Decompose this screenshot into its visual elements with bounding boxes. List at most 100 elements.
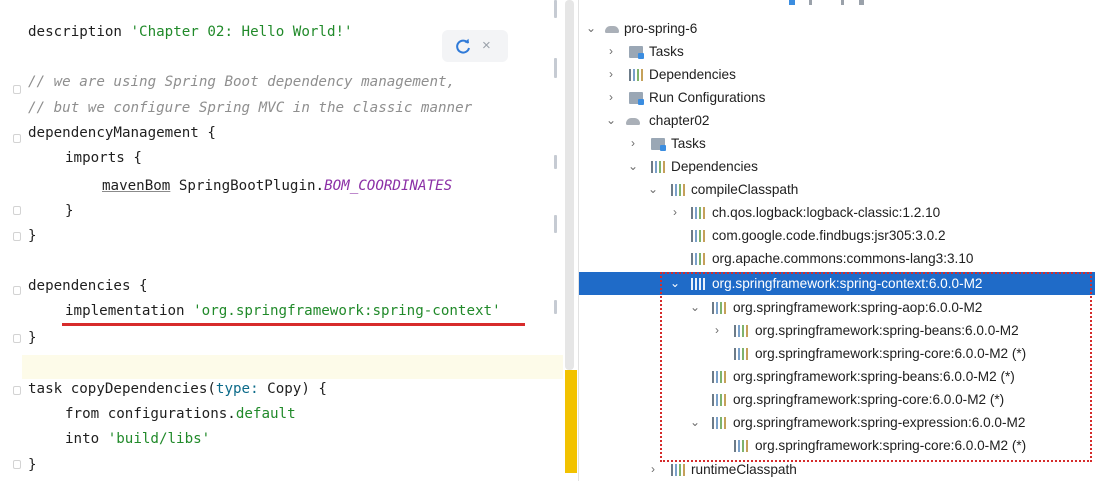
tree-node-run-configurations[interactable]: › Run Configurations xyxy=(579,86,1095,109)
toolbar-icon[interactable] xyxy=(809,0,812,5)
library-icon xyxy=(734,346,748,360)
gradle-reload-popup[interactable]: × xyxy=(442,30,508,62)
code-editor[interactable]: description 'Chapter 02: Hello World!' /… xyxy=(0,0,578,481)
tree-node-library[interactable]: org.springframework:spring-core:6.0.0-M2… xyxy=(579,342,1095,365)
scrollbar-thumb[interactable] xyxy=(565,0,574,370)
tree-node-dependencies[interactable]: ⌄ Dependencies xyxy=(579,155,1095,178)
code-line-close-brace[interactable]: } xyxy=(28,224,37,248)
configuration-icon xyxy=(671,182,685,196)
property-ref: default xyxy=(235,406,296,422)
chevron-down-icon[interactable]: ⌄ xyxy=(647,178,659,201)
code-line-from[interactable]: from configurations.default xyxy=(65,402,296,426)
tree-node-label: org.springframework:spring-core:6.0.0-M2… xyxy=(755,346,1027,361)
tree-node-project[interactable]: ⌄ pro-spring-6 xyxy=(579,17,1095,40)
task-name: copyDependencies( xyxy=(62,381,216,397)
fold-marker-icon[interactable] xyxy=(13,134,21,143)
chevron-right-icon[interactable]: › xyxy=(605,86,617,109)
tree-node-library[interactable]: org.springframework:spring-core:6.0.0-M2… xyxy=(579,388,1095,411)
fold-marker-icon[interactable] xyxy=(13,286,21,295)
dependencies-icon xyxy=(629,67,643,81)
change-marker xyxy=(554,0,557,18)
code-line-description[interactable]: description 'Chapter 02: Hello World!' xyxy=(28,20,353,44)
brace: { xyxy=(124,150,142,166)
chevron-down-icon[interactable]: ⌄ xyxy=(689,296,701,319)
tree-node-library[interactable]: org.springframework:spring-core:6.0.0-M2… xyxy=(579,434,1095,457)
reload-icon[interactable] xyxy=(454,37,472,55)
chevron-down-icon[interactable]: ⌄ xyxy=(627,155,639,178)
library-icon xyxy=(691,205,705,219)
tree-node-compile-classpath[interactable]: ⌄ compileClasspath xyxy=(579,178,1095,201)
chevron-right-icon[interactable]: › xyxy=(605,63,617,86)
tree-node-dependencies[interactable]: › Dependencies xyxy=(579,63,1095,86)
tree-node-label: Dependencies xyxy=(649,67,736,82)
tree-node-label: compileClasspath xyxy=(691,182,799,197)
tree-node-runtime-classpath[interactable]: › runtimeClasspath xyxy=(579,458,1095,481)
chevron-right-icon[interactable]: › xyxy=(647,458,659,481)
tree-node-label: org.springframework:spring-core:6.0.0-M2… xyxy=(733,392,1005,407)
keyword: description xyxy=(28,24,122,40)
fold-marker-icon[interactable] xyxy=(13,232,21,241)
toolbar-icon[interactable] xyxy=(789,0,795,5)
tree-node-library[interactable]: org.apache.commons:commons-lang3:3.10 xyxy=(579,247,1095,270)
tree-node-label: Dependencies xyxy=(671,159,758,174)
configuration-icon xyxy=(671,462,685,476)
code-line-dependencies[interactable]: dependencies { xyxy=(28,274,148,298)
chevron-right-icon[interactable]: › xyxy=(711,319,723,342)
chevron-down-icon[interactable]: ⌄ xyxy=(669,272,681,295)
editor-gutter xyxy=(0,0,22,481)
tree-node-label: org.springframework:spring-beans:6.0.0-M… xyxy=(755,323,1019,338)
gradle-tool-window[interactable]: ⌄ pro-spring-6 › Tasks › Dependencies › … xyxy=(578,0,1095,481)
fold-marker-icon[interactable] xyxy=(13,206,21,215)
fold-marker-icon[interactable] xyxy=(13,386,21,395)
chevron-down-icon[interactable]: ⌄ xyxy=(689,411,701,434)
library-icon xyxy=(712,300,726,314)
toolbar-icon[interactable] xyxy=(841,0,844,5)
tree-node-library[interactable]: › org.springframework:spring-beans:6.0.0… xyxy=(579,319,1095,342)
fold-marker-icon[interactable] xyxy=(13,334,21,343)
chevron-down-icon[interactable]: ⌄ xyxy=(585,17,597,40)
code-line-into[interactable]: into 'build/libs' xyxy=(65,427,210,451)
tree-node-label: Run Configurations xyxy=(649,90,766,105)
code-line-imports[interactable]: imports { xyxy=(65,146,142,170)
code-comment[interactable]: // but we configure Spring MVC in the cl… xyxy=(28,96,472,120)
brace: { xyxy=(198,125,216,141)
tree-node-library[interactable]: org.springframework:spring-beans:6.0.0-M… xyxy=(579,365,1095,388)
code-comment[interactable]: // we are using Spring Boot dependency m… xyxy=(28,70,455,94)
chevron-right-icon[interactable]: › xyxy=(627,132,639,155)
tree-node-tasks[interactable]: › Tasks xyxy=(579,40,1095,63)
tree-node-library[interactable]: com.google.code.findbugs:jsr305:3.0.2 xyxy=(579,224,1095,247)
change-marker xyxy=(554,215,557,233)
tree-node-tasks[interactable]: › Tasks xyxy=(579,132,1095,155)
scrollbar-warning-marker[interactable] xyxy=(565,370,577,473)
close-icon[interactable]: × xyxy=(482,35,491,57)
code-line-implementation[interactable]: implementation 'org.springframework:spri… xyxy=(65,299,501,323)
tree-node-library[interactable]: ⌄ org.springframework:spring-aop:6.0.0-M… xyxy=(579,296,1095,319)
tree-node-library-selected[interactable]: ⌄ org.springframework:spring-context:6.0… xyxy=(579,272,1095,295)
chevron-down-icon[interactable]: ⌄ xyxy=(605,109,617,132)
library-icon xyxy=(734,323,748,337)
tree-node-label: org.springframework:spring-aop:6.0.0-M2 xyxy=(733,300,983,315)
code-line-close-brace[interactable]: } xyxy=(28,453,37,477)
tasks-folder-icon xyxy=(651,138,666,151)
fold-marker-icon[interactable] xyxy=(13,460,21,469)
code-line-dependency-management[interactable]: dependencyManagement { xyxy=(28,121,216,145)
chevron-right-icon[interactable]: › xyxy=(669,201,681,224)
fold-marker-icon[interactable] xyxy=(13,85,21,94)
current-line-highlight xyxy=(22,355,570,379)
library-icon xyxy=(712,415,726,429)
code-line-close-brace[interactable]: } xyxy=(28,326,37,350)
red-underline-annotation xyxy=(62,323,525,326)
change-marker xyxy=(554,155,557,169)
tree-node-library[interactable]: › ch.qos.logback:logback-classic:1.2.10 xyxy=(579,201,1095,224)
code-line-close-brace[interactable]: } xyxy=(65,199,74,223)
tree-node-chapter02[interactable]: ⌄ chapter02 xyxy=(579,109,1095,132)
chevron-right-icon[interactable]: › xyxy=(605,40,617,63)
toolbar-edge xyxy=(789,0,879,6)
class-ref: SpringBootPlugin. xyxy=(170,178,325,194)
code-line-task[interactable]: task copyDependencies(type: Copy) { xyxy=(28,377,327,401)
tree-node-library[interactable]: ⌄ org.springframework:spring-expression:… xyxy=(579,411,1095,434)
toolbar-icon[interactable] xyxy=(859,0,864,5)
code-line-maven-bom[interactable]: mavenBom SpringBootPlugin.BOM_COORDINATE… xyxy=(102,174,452,198)
keyword: task xyxy=(28,381,63,397)
